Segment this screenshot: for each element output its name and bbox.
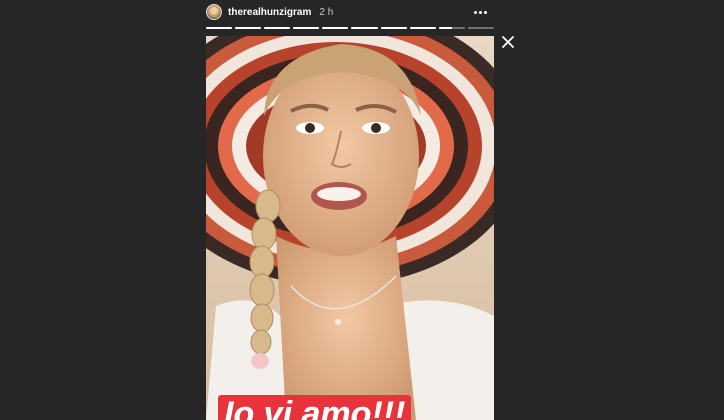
story-image	[206, 36, 494, 420]
progress-segment	[438, 27, 465, 29]
progress-segment	[206, 27, 233, 29]
story-viewer: therealhunzigram 2 h Io vi amo!!!	[206, 0, 494, 420]
story-progress-bar	[206, 27, 494, 29]
story-header: therealhunzigram 2 h	[206, 2, 494, 22]
progress-segment	[264, 27, 291, 29]
story-timestamp: 2 h	[319, 6, 334, 18]
progress-segment	[409, 27, 436, 29]
story-photo[interactable]: Io vi amo!!!	[206, 36, 494, 420]
caption-text: Io vi amo!!!	[218, 395, 412, 420]
avatar[interactable]	[206, 4, 222, 20]
progress-segment	[380, 27, 407, 29]
more-options-icon[interactable]	[472, 4, 488, 20]
story-caption: Io vi amo!!!	[218, 395, 494, 420]
progress-segment	[351, 27, 378, 29]
progress-segment	[293, 27, 320, 29]
close-icon[interactable]	[500, 34, 516, 50]
progress-segment	[322, 27, 349, 29]
progress-segment	[235, 27, 262, 29]
progress-segment	[467, 27, 494, 29]
username-link[interactable]: therealhunzigram	[228, 7, 311, 18]
